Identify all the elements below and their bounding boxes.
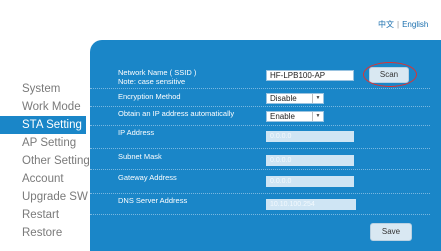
sta-settings-panel: Network Name ( SSID ) Note: case sensiti… xyxy=(90,40,441,251)
gateway-row: Gateway Address 0.0.0.0 xyxy=(90,171,430,194)
sidebar-item-system[interactable]: System xyxy=(0,80,86,98)
encryption-select[interactable]: Disable ▼ xyxy=(266,93,324,104)
ssid-label: Network Name ( SSID ) xyxy=(118,68,197,77)
sidebar-item-restart[interactable]: Restart xyxy=(0,206,86,224)
dhcp-label: Obtain an IP address automatically xyxy=(118,109,235,118)
gateway-label: Gateway Address xyxy=(118,173,177,182)
sidebar-item-upgrade-sw[interactable]: Upgrade SW xyxy=(0,188,88,206)
lang-english-link[interactable]: English xyxy=(402,20,428,29)
dhcp-row: Obtain an IP address automatically Enabl… xyxy=(90,107,430,126)
ssid-input[interactable]: HF-LPB100-AP xyxy=(266,70,354,81)
sidebar-nav: System Work Mode STA Setting AP Setting … xyxy=(0,80,90,242)
sidebar-item-account[interactable]: Account xyxy=(0,170,86,188)
gateway-input[interactable]: 0.0.0.0 xyxy=(266,176,354,187)
dns-row: DNS Server Address 10.10.100.254 xyxy=(90,194,430,215)
save-button[interactable]: Save xyxy=(370,223,412,241)
ip-row: IP Address 0.0.0.0 xyxy=(90,126,430,149)
encryption-label: Encryption Method xyxy=(118,92,181,101)
language-switcher: 中文 | English xyxy=(378,19,428,30)
chevron-down-icon: ▼ xyxy=(312,94,323,103)
ssid-note: Note: case sensitive xyxy=(118,77,186,86)
scan-button[interactable]: Scan xyxy=(369,67,409,83)
ip-label: IP Address xyxy=(118,128,155,137)
lang-chinese-link[interactable]: 中文 xyxy=(378,20,394,29)
sidebar-item-work-mode[interactable]: Work Mode xyxy=(0,98,86,116)
encryption-value: Disable xyxy=(270,94,297,103)
ip-input[interactable]: 0.0.0.0 xyxy=(266,131,354,142)
dhcp-select[interactable]: Enable ▼ xyxy=(266,111,324,122)
subnet-label: Subnet Mask xyxy=(118,152,162,161)
lang-separator: | xyxy=(397,20,400,29)
chevron-down-icon: ▼ xyxy=(312,112,323,121)
dns-input[interactable]: 10.10.100.254 xyxy=(266,199,356,210)
subnet-input[interactable]: 0.0.0.0 xyxy=(266,155,354,166)
sidebar-item-restore[interactable]: Restore xyxy=(0,224,86,242)
sidebar-item-sta-setting[interactable]: STA Setting xyxy=(0,116,86,134)
dhcp-value: Enable xyxy=(270,112,295,121)
subnet-row: Subnet Mask 0.0.0.0 xyxy=(90,150,430,170)
sidebar-item-other-setting[interactable]: Other Setting xyxy=(0,152,90,170)
dns-label: DNS Server Address xyxy=(118,196,188,205)
encryption-row: Encryption Method Disable ▼ xyxy=(90,90,430,107)
sidebar-item-ap-setting[interactable]: AP Setting xyxy=(0,134,86,152)
